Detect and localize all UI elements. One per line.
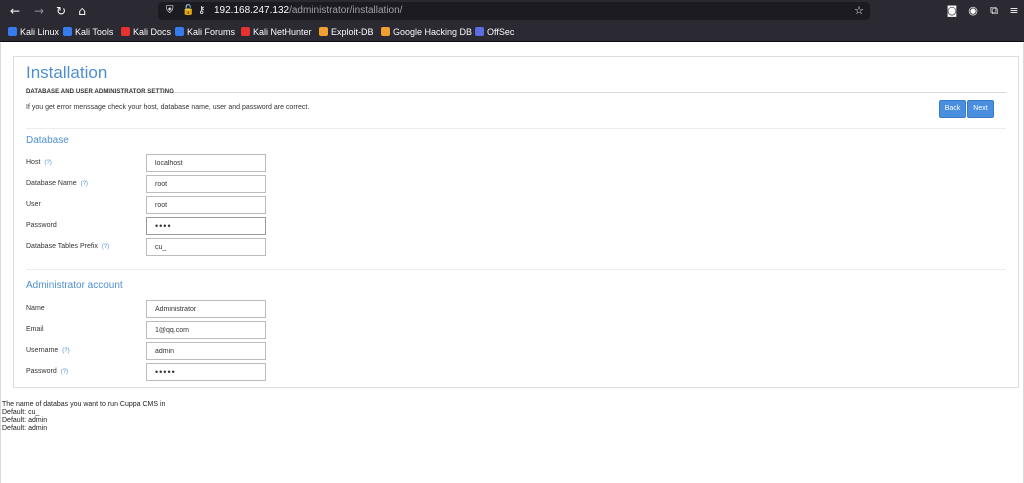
offsec-icon — [475, 27, 484, 36]
exploit-db-icon — [319, 27, 328, 36]
forward-arrow-icon[interactable]: → — [31, 3, 47, 19]
tables-prefix-input[interactable] — [146, 238, 266, 256]
help-text-line: Default: admin — [2, 425, 48, 432]
bookmark-label: Exploit-DB — [331, 27, 374, 37]
browser-toolbar: ← → ↻ ⌂ ⛨ 🔓 ⚷ 192.168.247.132/administra… — [0, 0, 1024, 22]
email-input[interactable] — [146, 321, 266, 339]
bookmark-label: Kali Forums — [187, 27, 236, 37]
reload-icon[interactable]: ↻ — [53, 3, 69, 19]
menu-icon[interactable]: ≡ — [1006, 3, 1022, 19]
user-label-text: User — [26, 201, 41, 208]
database-heading: Database — [26, 135, 69, 146]
pocket-icon[interactable]: ◙ — [944, 3, 960, 19]
address-bar[interactable]: ⛨ 🔓 ⚷ 192.168.247.132/administrator/inst… — [158, 2, 870, 20]
help-text-line: The name of databas you want to run Cupp… — [2, 401, 166, 408]
bookmark-kali-tools[interactable]: Kali Tools — [63, 25, 113, 39]
bookmark-label: Google Hacking DB — [393, 27, 473, 37]
admin-password-label: Password (?) — [26, 367, 68, 377]
home-icon[interactable]: ⌂ — [74, 3, 90, 19]
admin-name-label: Name — [26, 304, 45, 314]
error-hint: If you get error menssage check your hos… — [26, 104, 310, 111]
bookmark-label: OffSec — [487, 27, 515, 37]
email-label: Email — [26, 325, 44, 335]
kali-dragon-icon — [8, 27, 17, 36]
bookmark-exploit-db[interactable]: Exploit-DB — [319, 25, 374, 39]
url-path: /administrator/installation/ — [289, 5, 403, 16]
section-subhead: DATABASE AND USER ADMINISTRATOR SETTING — [26, 89, 175, 95]
bookmark-label: Kali Docs — [133, 27, 172, 37]
bookmark-label: Kali Tools — [75, 27, 114, 37]
tables-prefix-label-text: Database Tables Prefix — [26, 243, 98, 250]
kali-tools-icon — [63, 27, 72, 36]
bookmark-offsec[interactable]: OffSec — [475, 25, 514, 39]
bookmark-google-hacking-db[interactable]: Google Hacking DB — [381, 25, 472, 39]
admin-name-input[interactable] — [146, 300, 266, 318]
page-viewport: Installation DATABASE AND USER ADMINISTR… — [0, 43, 1024, 483]
bookmark-kali-linux[interactable]: Kali Linux — [8, 25, 59, 39]
lock-warning-icon[interactable]: 🔓 — [182, 3, 194, 19]
admin-password-input[interactable] — [146, 363, 266, 381]
host-label: Host (?) — [26, 158, 52, 168]
admin-password-help-link[interactable]: (?) — [61, 369, 68, 375]
bookmark-star-icon[interactable]: ☆ — [854, 3, 864, 19]
db-user-input[interactable] — [146, 196, 266, 214]
database-name-label-text: Database Name — [26, 180, 77, 187]
host-input[interactable] — [146, 154, 266, 172]
kali-docs-icon — [121, 27, 130, 36]
db-password-label: Password — [26, 221, 57, 231]
tables-prefix-label: Database Tables Prefix (?) — [26, 242, 109, 252]
admin-account-heading: Administrator account — [26, 280, 123, 291]
username-label-text: Username — [26, 347, 59, 354]
username-help-link[interactable]: (?) — [62, 348, 69, 354]
page-title: Installation — [26, 63, 108, 82]
bookmark-label: Kali NetHunter — [253, 27, 312, 37]
database-name-input[interactable] — [146, 175, 266, 193]
next-button[interactable]: Next — [967, 100, 994, 118]
tables-prefix-help-link[interactable]: (?) — [102, 244, 109, 250]
section-divider — [26, 269, 1006, 270]
account-icon[interactable]: ◉ — [965, 3, 981, 19]
back-button[interactable]: Back — [939, 100, 966, 118]
help-text-line: Default: cu_ — [2, 409, 40, 416]
db-password-input[interactable] — [146, 217, 266, 235]
section-divider — [26, 128, 1006, 129]
ghdb-icon — [381, 27, 390, 36]
bookmarks-bar: Kali Linux Kali Tools Kali Docs Kali For… — [0, 22, 1024, 42]
extensions-icon[interactable]: ⧉ — [986, 3, 1002, 19]
shield-icon[interactable]: ⛨ — [166, 3, 174, 19]
username-input[interactable] — [146, 342, 266, 360]
bookmark-kali-nethunter[interactable]: Kali NetHunter — [241, 25, 312, 39]
username-label: Username (?) — [26, 346, 70, 356]
nethunter-icon — [241, 27, 250, 36]
host-help-link[interactable]: (?) — [44, 160, 51, 166]
kali-forums-icon — [175, 27, 184, 36]
database-name-label: Database Name (?) — [26, 179, 88, 189]
db-password-label-text: Password — [26, 222, 57, 229]
bookmark-kali-forums[interactable]: Kali Forums — [175, 25, 235, 39]
bookmark-kali-docs[interactable]: Kali Docs — [121, 25, 171, 39]
host-label-text: Host — [26, 159, 41, 166]
url-host: 192.168.247.132 — [214, 5, 290, 16]
bookmark-label: Kali Linux — [20, 27, 60, 37]
email-label-text: Email — [26, 326, 44, 333]
key-icon[interactable]: ⚷ — [198, 3, 205, 19]
url-text[interactable]: 192.168.247.132/administrator/installati… — [214, 3, 402, 19]
admin-name-label-text: Name — [26, 305, 45, 312]
installation-panel: Installation DATABASE AND USER ADMINISTR… — [13, 56, 1019, 388]
back-arrow-icon[interactable]: ← — [7, 3, 23, 19]
user-label: User — [26, 200, 41, 210]
admin-password-label-text: Password — [26, 368, 57, 375]
help-text-line: Default: admin — [2, 417, 48, 424]
database-name-help-link[interactable]: (?) — [81, 181, 88, 187]
